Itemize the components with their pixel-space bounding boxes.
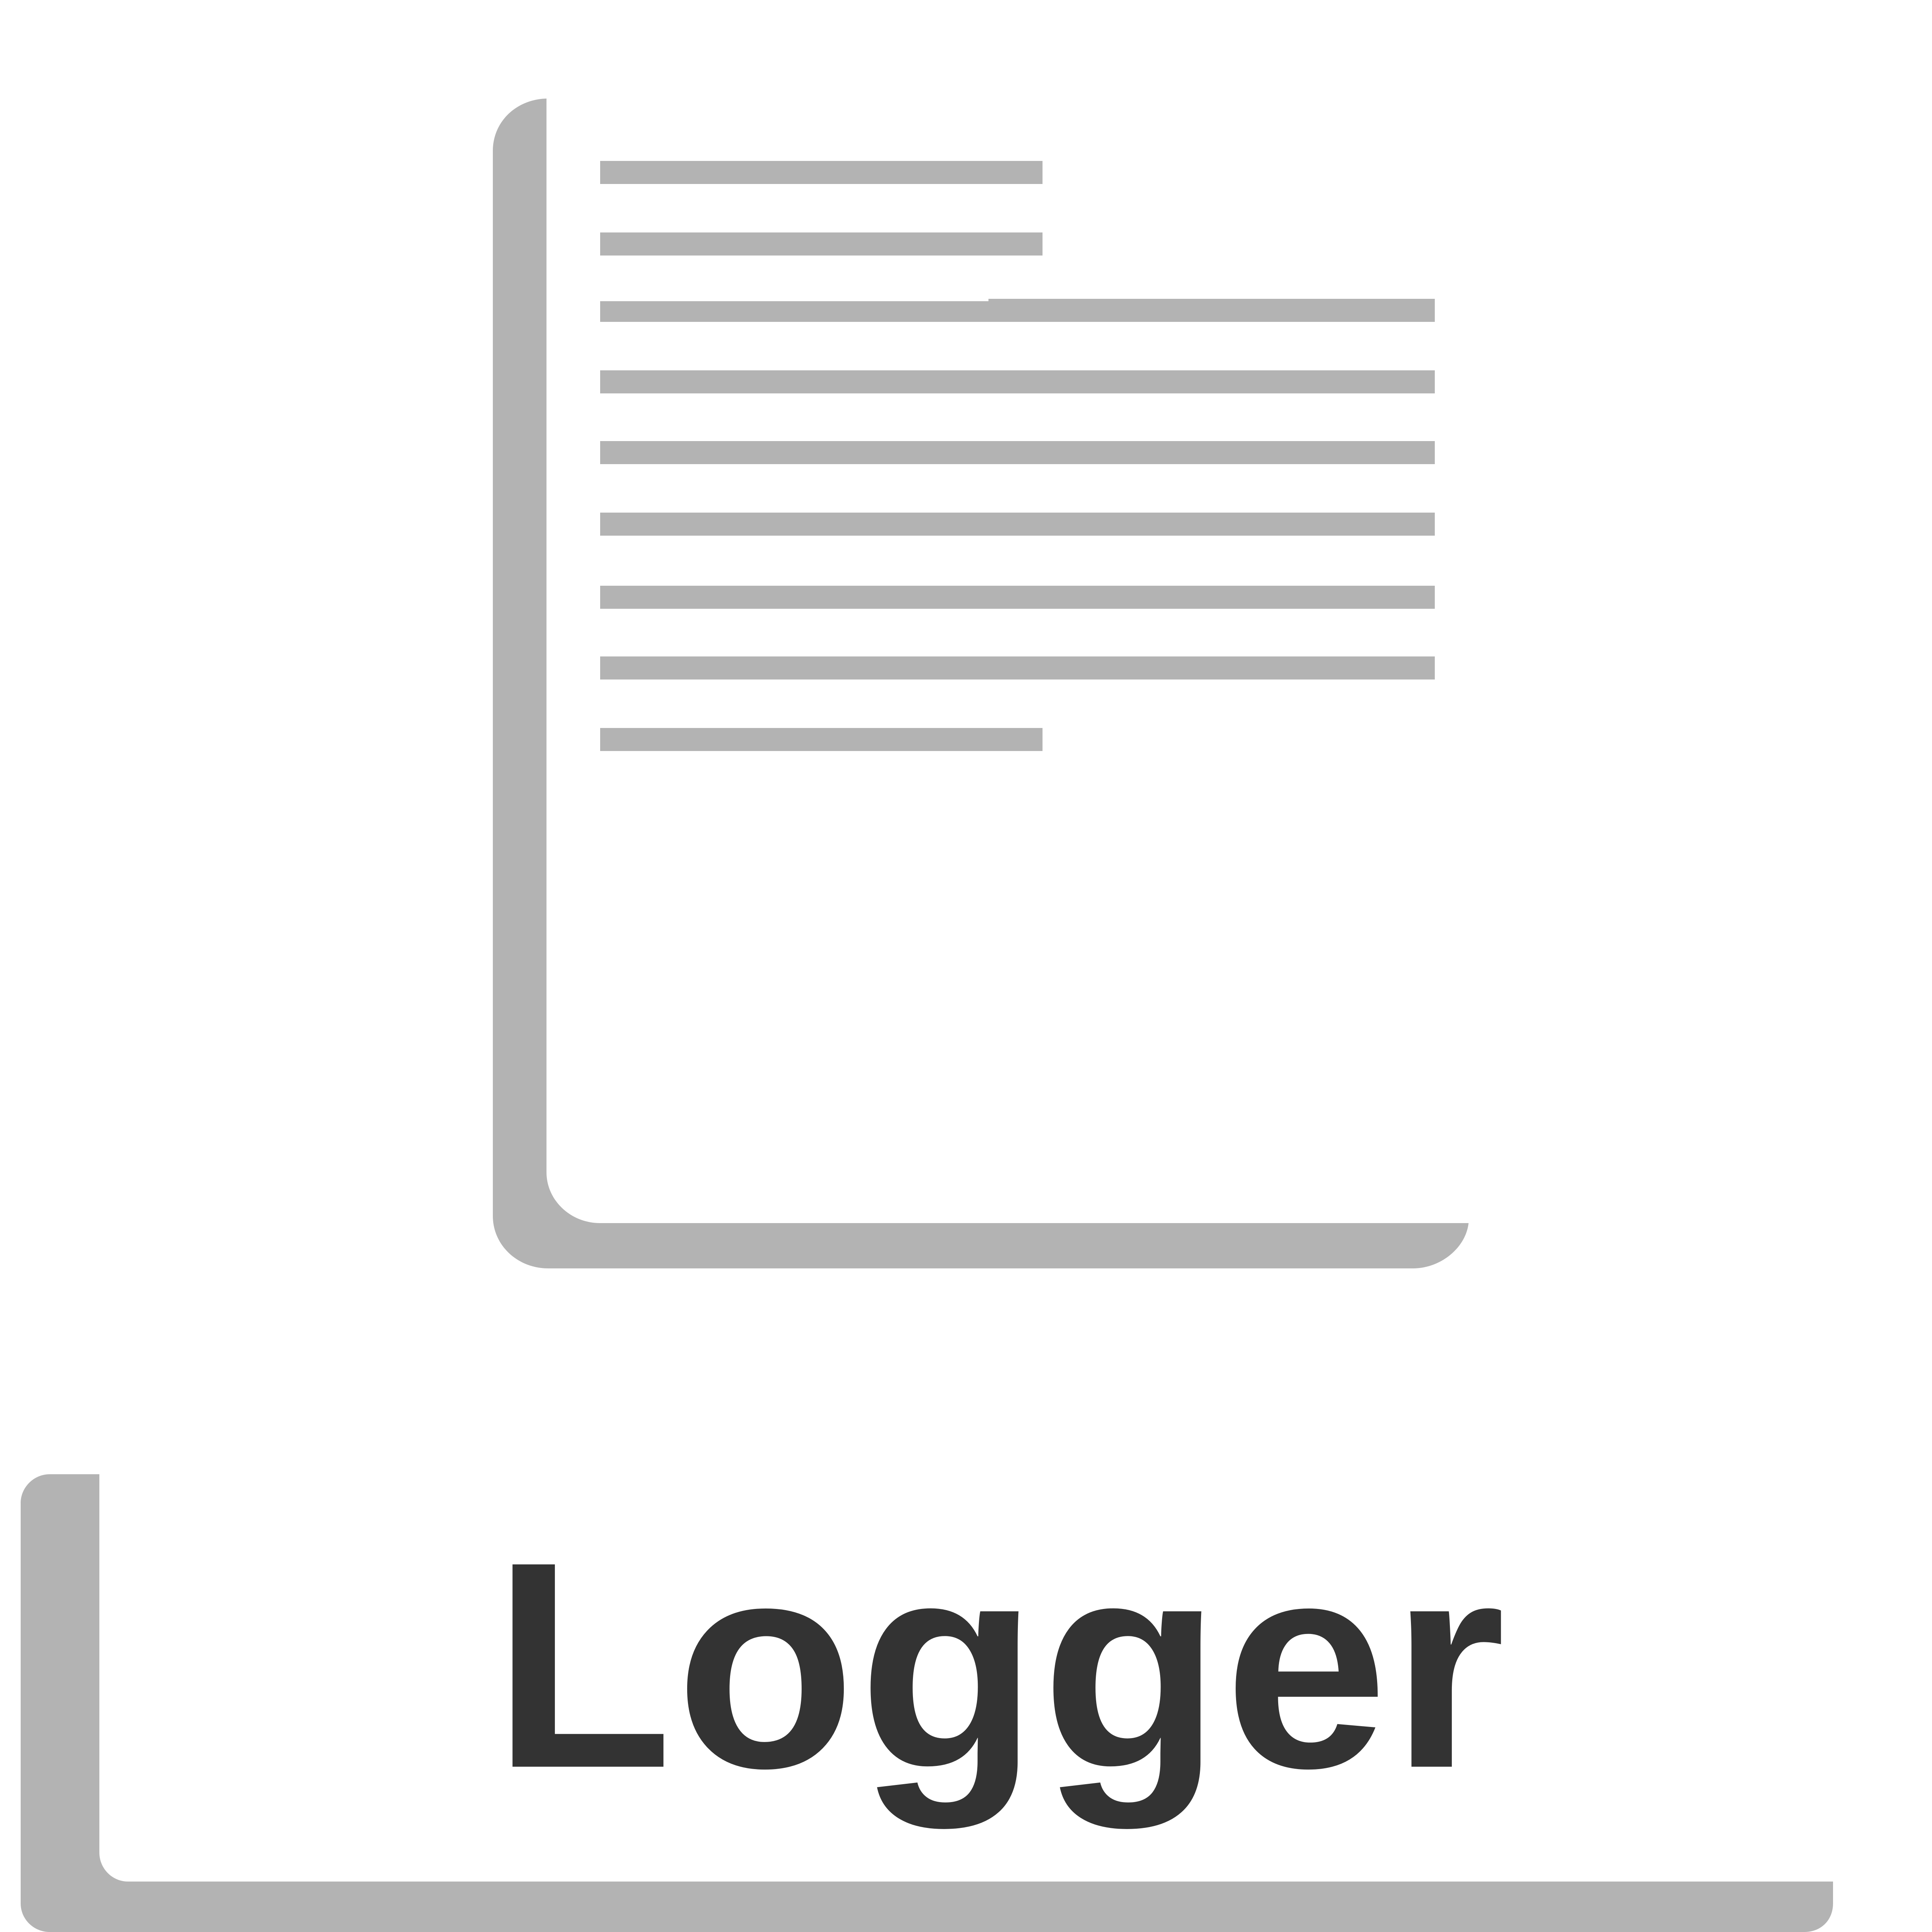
document-back-sheet [493,99,1469,1268]
logger-app-tile[interactable]: Logger [0,0,1932,1932]
text-line [600,728,1043,751]
text-line [600,161,1043,184]
document-icon [493,99,1469,1268]
app-title: Logger [493,1500,1509,1829]
text-line [600,513,1435,536]
text-line [600,299,1435,322]
text-line [600,370,1435,393]
text-line [600,586,1435,609]
text-line [600,441,1435,464]
text-line [600,232,1043,256]
text-line [600,656,1435,679]
